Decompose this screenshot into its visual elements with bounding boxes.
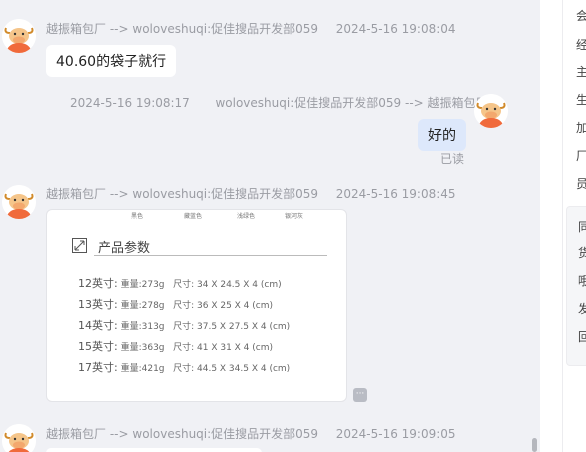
my-avatar[interactable] [474, 94, 508, 128]
spec-row: 14英寸: 重量:313g 尺寸: 37.5 X 27.5 X 4 (cm) [78, 317, 290, 333]
spec-size: 17英寸: [78, 361, 118, 374]
spec-dims: 尺寸: 34 X 24.5 X 4 (cm) [173, 280, 282, 290]
message-bubble[interactable]: 好的 [418, 119, 466, 151]
side-card-item[interactable]: 同 [578, 218, 586, 235]
receiver-name: woloveshuqi:促佳搜品开发部059 [132, 427, 319, 441]
chat-panel: 越振箱包厂 --> woloveshuqi:促佳搜品开发部059 2024-5-… [0, 0, 540, 452]
message-bubble[interactable] [46, 448, 262, 452]
side-card-item[interactable]: 回 [578, 328, 586, 345]
side-item[interactable]: 会 [576, 7, 586, 24]
spec-dims: 尺寸: 41 X 31 X 4 (cm) [173, 343, 274, 353]
color-label: 藏蓝色 [184, 213, 203, 220]
message-meta: 越振箱包厂 --> woloveshuqi:促佳搜品开发部059 2024-5-… [46, 185, 456, 202]
bull-avatar-icon [2, 19, 36, 53]
color-label: 黑色 [131, 213, 144, 220]
side-item[interactable]: 经 [576, 36, 586, 53]
receiver-name: woloveshuqi:促佳搜品开发部059 [132, 22, 319, 36]
message-meta: 越振箱包厂 --> woloveshuqi:促佳搜品开发部059 2024-5-… [46, 20, 456, 37]
arrow-text: --> [109, 22, 129, 36]
spec-weight: 重量:278g [120, 301, 165, 311]
spec-dims: 尺寸: 44.5 X 34.5 X 4 (cm) [173, 364, 291, 374]
message-time: 2024-5-16 19:08:04 [335, 22, 456, 36]
spec-row: 12英寸: 重量:273g 尺寸: 34 X 24.5 X 4 (cm) [78, 275, 282, 291]
spec-weight: 重量:421g [120, 364, 165, 374]
message-meta: 越振箱包厂 --> woloveshuqi:促佳搜品开发部059 2024-5-… [46, 425, 456, 442]
message-bubble[interactable]: 40.60的袋子就行 [46, 45, 177, 77]
side-item[interactable]: 主 [576, 63, 586, 80]
image-message[interactable]: 黑色 藏蓝色 浅绿色 银河灰 产品参数 12英寸: 重量:273g 尺寸: 34… [46, 209, 347, 402]
arrow-text: --> [109, 427, 129, 441]
spec-weight: 重量:313g [120, 322, 165, 332]
spec-size: 13英寸: [78, 298, 118, 311]
message-time: 2024-5-16 19:09:05 [335, 427, 456, 441]
side-card-item[interactable]: 发 [578, 300, 586, 317]
spec-row: 13英寸: 重量:278g 尺寸: 36 X 25 X 4 (cm) [78, 296, 273, 312]
expand-icon [72, 238, 87, 253]
message-time: 2024-5-16 19:08:17 [70, 96, 190, 110]
side-item[interactable]: 生 [576, 91, 586, 108]
message-meta: 2024-5-16 19:08:17 woloveshuqi:促佳搜品开发部05… [70, 94, 488, 111]
side-item[interactable]: 厂 [576, 147, 586, 164]
spec-row: 17英寸: 重量:421g 尺寸: 44.5 X 34.5 X 4 (cm) [78, 359, 290, 375]
spec-weight: 重量:273g [120, 280, 165, 290]
spec-dims: 尺寸: 37.5 X 27.5 X 4 (cm) [173, 322, 291, 332]
sender-name: woloveshuqi:促佳搜品开发部059 [215, 96, 402, 110]
sender-name: 越振箱包厂 [46, 187, 107, 201]
color-label: 银河灰 [285, 213, 304, 220]
param-title: 产品参数 [98, 241, 151, 256]
spec-row: 15英寸: 重量:363g 尺寸: 41 X 31 X 4 (cm) [78, 338, 273, 354]
side-card-item[interactable]: 哦 [578, 272, 586, 289]
color-options-row: 黑色 藏蓝色 浅绿色 银河灰 [47, 210, 346, 222]
arrow-text: --> [404, 96, 424, 110]
bull-avatar-icon [474, 94, 508, 128]
side-item[interactable]: 加 [576, 119, 586, 136]
more-options-button[interactable]: ··· [353, 388, 367, 402]
spec-size: 14英寸: [78, 319, 118, 332]
sender-avatar[interactable] [2, 19, 36, 53]
bull-avatar-icon [2, 424, 36, 452]
arrow-text: --> [109, 187, 129, 201]
sender-name: 越振箱包厂 [46, 427, 107, 441]
sender-avatar[interactable] [2, 424, 36, 452]
color-label: 浅绿色 [237, 213, 256, 220]
spec-weight: 重量:363g [120, 343, 165, 353]
sender-avatar[interactable] [2, 185, 36, 219]
message-time: 2024-5-16 19:08:45 [335, 187, 456, 201]
chat-scrollbar[interactable] [532, 438, 537, 452]
spec-dims: 尺寸: 36 X 25 X 4 (cm) [173, 301, 274, 311]
bull-avatar-icon [2, 185, 36, 219]
spec-size: 12英寸: [78, 277, 118, 290]
sender-name: 越振箱包厂 [46, 22, 107, 36]
read-status: 已读 [440, 152, 465, 166]
receiver-name: woloveshuqi:促佳搜品开发部059 [132, 187, 319, 201]
spec-size: 15英寸: [78, 340, 118, 353]
side-card-item[interactable]: 货 [578, 244, 586, 261]
side-item[interactable]: 员 [576, 175, 586, 192]
divider [94, 255, 327, 256]
